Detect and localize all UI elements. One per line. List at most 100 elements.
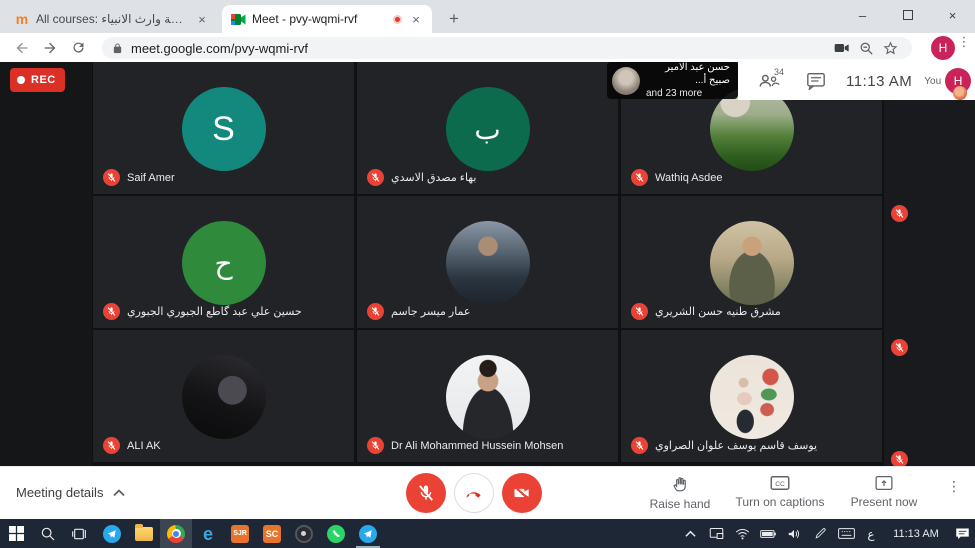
desktop: m All courses: جامعة وارث الانبياء × Mee… (0, 0, 975, 548)
meet-footer: Meeting details Raise hand CC Turn on ca… (0, 466, 975, 519)
chrome-icon[interactable] (160, 519, 192, 548)
raise-hand-button[interactable]: Raise hand (634, 475, 726, 511)
chevron-up-icon (113, 489, 125, 497)
current-speaker-pill[interactable]: حسن عبد الامير صبيح أ... and 23 more (607, 62, 738, 99)
meet-top-bar: 34 11:13 AM You H (738, 62, 975, 100)
browser-profile-avatar[interactable]: H (931, 36, 955, 60)
bookmark-star-icon[interactable] (878, 38, 902, 58)
recording-dot-icon (17, 76, 25, 84)
participant-tile[interactable]: عمار ميسر جاسم (357, 196, 618, 328)
captions-button[interactable]: CC Turn on captions (718, 475, 842, 509)
camera-off-button[interactable] (502, 473, 542, 513)
participant-letter-avatar: ح (182, 221, 266, 305)
recorder-app-icon[interactable] (288, 519, 320, 548)
file-explorer-icon[interactable] (128, 519, 160, 548)
volume-icon[interactable] (781, 519, 807, 548)
window-close-button[interactable]: × (930, 0, 975, 30)
whatsapp-icon[interactable] (320, 519, 352, 548)
mic-muted-icon (367, 169, 384, 186)
participant-tile[interactable]: ب بهاء مصدق الاسدي (357, 62, 618, 194)
edge-icon[interactable]: e (192, 519, 224, 548)
moodle-favicon-icon: m (14, 11, 30, 27)
participant-name: حسين علي عبد گاطع الجبوري الجبوري (127, 305, 302, 318)
tab-label: Meet - pvy-wqmi-rvf (252, 12, 387, 26)
windows-taskbar: e SJR SC (0, 519, 975, 548)
participant-letter-avatar: S (182, 87, 266, 171)
battery-icon[interactable] (755, 519, 781, 548)
mini-participant-avatar (953, 86, 967, 100)
browser-tab-strip: m All courses: جامعة وارث الانبياء × Mee… (0, 0, 975, 33)
participant-tile[interactable]: ALI AK (93, 330, 354, 462)
participant-tile[interactable]: يوسف قاسم يوسف علوان الصراوي (621, 330, 882, 462)
mic-muted-icon (103, 437, 120, 454)
touch-keyboard-icon[interactable] (833, 519, 859, 548)
stage-right-gutter (884, 62, 975, 466)
url-text: meet.google.com/pvy-wqmi-rvf (131, 41, 830, 56)
taskbar-search-icon[interactable] (32, 519, 64, 548)
present-screen-icon (875, 475, 893, 491)
participant-count: 34 (774, 67, 784, 77)
captions-icon: CC (770, 475, 790, 491)
forward-button[interactable] (36, 36, 64, 60)
zoom-icon[interactable] (854, 38, 878, 58)
lock-icon (112, 42, 123, 55)
participant-tile[interactable]: S Saif Amer (93, 62, 354, 194)
participant-name: ALI AK (127, 440, 161, 452)
participant-tile[interactable]: Dr Ali Mohammed Hussein Mohsen (357, 330, 618, 462)
partial-tile-mic-muted-icon (891, 205, 908, 222)
back-button[interactable] (8, 36, 36, 60)
close-tab-icon[interactable]: × (194, 11, 210, 27)
participant-letter-avatar: ب (446, 87, 530, 171)
windows-ink-pen-icon[interactable] (807, 519, 833, 548)
participant-photo-avatar (446, 355, 530, 439)
action-center-icon[interactable] (949, 519, 975, 548)
sc-app-icon[interactable]: SC (256, 519, 288, 548)
meet-stage: S Saif Amer ب بهاء مصدق الاسدي Wathiq As… (0, 62, 975, 466)
participant-name: مشرق طنيه حسن الشريري (655, 305, 781, 318)
browser-menu-button[interactable]: ⋮ (957, 39, 971, 57)
present-now-button[interactable]: Present now (834, 475, 934, 509)
cast-display-icon[interactable] (703, 519, 729, 548)
participant-tile[interactable]: مشرق طنيه حسن الشريري (621, 196, 882, 328)
participant-name: Wathiq Asdee (655, 172, 722, 184)
more-options-button[interactable]: ⋮ (947, 483, 961, 489)
window-maximize-button[interactable] (885, 0, 930, 30)
chat-button[interactable] (804, 69, 828, 93)
window-minimize-button[interactable]: – (840, 0, 885, 30)
participant-photo-avatar (710, 355, 794, 439)
wifi-icon[interactable] (729, 519, 755, 548)
address-bar[interactable]: meet.google.com/pvy-wqmi-rvf (102, 37, 912, 59)
reload-button[interactable] (64, 36, 92, 60)
telegram-running-icon[interactable] (352, 519, 384, 548)
participant-tile[interactable]: ح حسين علي عبد گاطع الجبوري الجبوري (93, 196, 354, 328)
you-label: You (924, 76, 941, 87)
camera-in-use-icon[interactable] (830, 38, 854, 58)
mic-muted-icon (103, 169, 120, 186)
language-indicator[interactable]: ع (859, 527, 883, 541)
tab-meet[interactable]: Meet - pvy-wqmi-rvf × (222, 5, 432, 33)
meeting-clock: 11:13 AM (846, 73, 912, 90)
tray-chevron-up-icon[interactable] (677, 519, 703, 548)
stage-left-gutter (0, 62, 92, 466)
leave-call-button[interactable] (454, 473, 494, 513)
participant-name: Dr Ali Mohammed Hussein Mohsen (391, 440, 563, 452)
mic-muted-icon (631, 437, 648, 454)
participant-photo-avatar (446, 221, 530, 305)
participant-name: Saif Amer (127, 172, 175, 184)
participant-name: بهاء مصدق الاسدي (391, 171, 476, 184)
speaker-avatar (612, 67, 640, 95)
start-button[interactable] (0, 519, 32, 548)
mute-microphone-button[interactable] (406, 473, 446, 513)
taskbar-clock[interactable]: 11:13 AM (883, 528, 949, 540)
close-tab-icon[interactable]: × (408, 11, 424, 27)
new-tab-button[interactable]: + (444, 9, 464, 29)
svg-text:CC: CC (775, 481, 785, 488)
task-view-icon[interactable] (64, 519, 96, 548)
sjr-app-icon[interactable]: SJR (224, 519, 256, 548)
meeting-details-button[interactable]: Meeting details (16, 485, 125, 500)
participant-photo-avatar (182, 355, 266, 439)
participants-button[interactable]: 34 (752, 69, 786, 93)
telegram-icon[interactable] (96, 519, 128, 548)
meet-favicon-icon (230, 11, 246, 27)
tab-moodle[interactable]: m All courses: جامعة وارث الانبياء × (8, 5, 216, 33)
